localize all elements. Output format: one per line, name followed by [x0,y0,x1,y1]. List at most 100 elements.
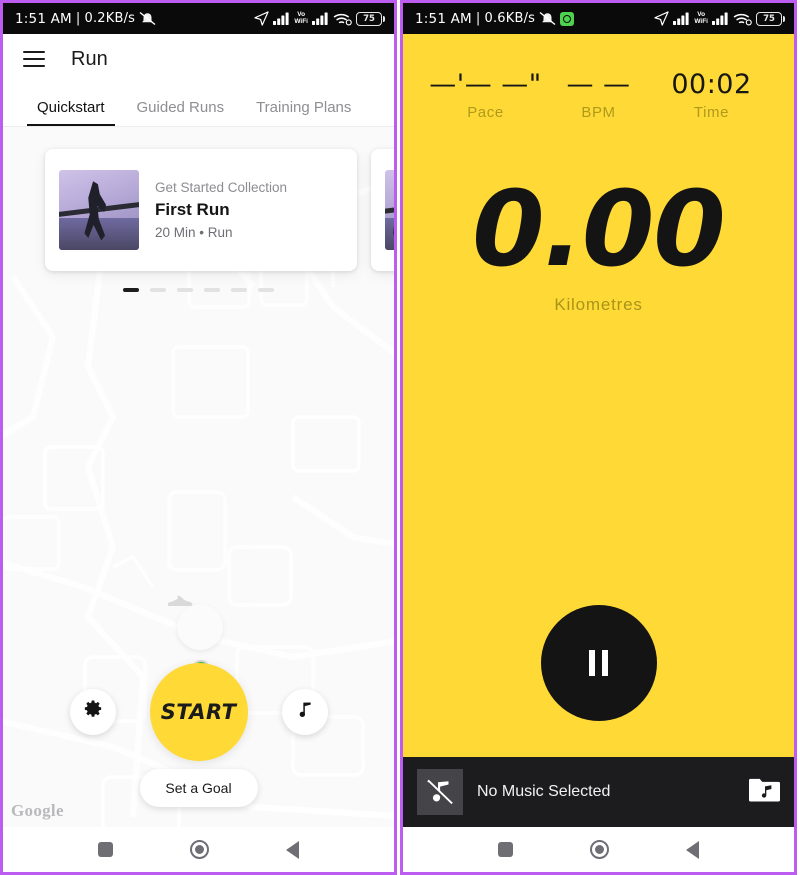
silent-icon-2 [539,11,556,26]
battery-level-text: 75 [356,11,382,26]
google-watermark: Google [11,801,64,820]
signal-bars-2-icon [312,12,329,25]
pause-icon-bar-left [589,650,595,676]
start-button-label: START [160,700,237,724]
bpm-value: — — [566,69,631,100]
battery-nub-2 [783,15,785,22]
right-status-bar: 1:51 AM | 0.6KB/s Vo WiFi 75 [403,3,794,34]
recents-square-icon[interactable] [97,842,113,857]
vowifi-bottom-text-2: WiFi [694,17,708,25]
battery-level-text-2: 75 [756,11,782,26]
status-bar-left-group-2: 1:51 AM | 0.6KB/s [415,10,575,27]
signal-bars-2-icon-2 [712,12,729,25]
left-phone-frame: 1:51 AM | 0.2KB/s Vo WiFi 75 Run Quickst… [0,0,397,875]
vowifi-icon: Vo WiFi [294,11,308,25]
status-network-speed-2: 0.6KB/s [484,11,536,26]
left-android-nav-bar [3,827,394,872]
pause-run-button[interactable] [540,605,657,721]
status-bar-right-group: Vo WiFi 75 [254,11,385,26]
distance-unit-label: Kilometres [554,294,643,314]
recents-square-icon-2[interactable] [497,842,513,857]
carousel-pagination[interactable] [3,288,394,292]
workout-thumbnail-next [385,170,394,250]
workout-card-texts: Get Started Collection First Run 20 Min … [155,180,287,240]
status-clock: 1:51 AM [15,10,72,27]
tab-quickstart[interactable]: Quickstart [21,99,121,126]
hamburger-icon[interactable] [23,51,45,67]
metric-pace: —'— —" Pace [429,70,542,121]
tab-bar: Quickstart Guided Runs Training Plans [3,84,394,127]
pause-icon-bar-right [602,650,608,676]
run-app-screen: Run Quickstart Guided Runs Training Plan… [3,34,394,827]
screenshot-root: 1:51 AM | 0.2KB/s Vo WiFi 75 Run Quickst… [0,0,800,875]
time-value: 00:02 [671,69,752,100]
wifi-icon [333,12,352,26]
battery-icon: 75 [356,11,385,26]
vowifi-icon-2: Vo WiFi [694,11,708,25]
carousel-dot-2[interactable] [150,288,166,292]
page-title: Run [71,47,108,70]
music-button[interactable] [281,689,328,735]
battery-icon-2: 75 [756,11,785,26]
signal-bars-icon-2 [673,12,690,25]
workout-thumbnail [59,170,139,250]
workout-card-next[interactable] [371,149,394,271]
tab-training-plans[interactable]: Training Plans [240,99,367,126]
music-off-icon [417,769,463,815]
right-android-nav-bar [403,827,794,872]
pace-value: —'— —" [429,69,542,100]
left-status-bar: 1:51 AM | 0.2KB/s Vo WiFi 75 [3,3,394,34]
home-circle-icon[interactable] [189,840,209,859]
distance-display: 0.00 Kilometres [403,121,794,827]
metric-time: 00:02 Time [655,70,768,121]
workout-card[interactable]: Get Started Collection First Run 20 Min … [45,149,357,271]
carousel-dot-5[interactable] [231,288,247,292]
music-note-icon [295,700,315,725]
shoe-icon [167,595,223,650]
signal-bars-icon [273,12,290,25]
status-bar-left-group: 1:51 AM | 0.2KB/s [15,11,156,27]
vowifi-bottom-text: WiFi [294,17,308,25]
status-bar-right-group-2: Vo WiFi 75 [654,11,785,26]
music-bar: No Music Selected [403,757,794,827]
status-network-speed: 0.2KB/s [84,11,136,26]
carousel-dot-6[interactable] [258,288,274,292]
status-separator: | [75,11,81,26]
battery-nub [383,15,385,22]
workout-title: First Run [155,200,230,219]
workout-collection-label: Get Started Collection [155,180,288,195]
music-status-label: No Music Selected [477,783,611,800]
wifi-icon-2 [733,12,752,26]
workout-meta: 20 Min • Run [155,225,233,240]
tab-guided-runs[interactable]: Guided Runs [121,99,241,126]
gear-icon [82,699,104,726]
time-label: Time [693,103,730,121]
run-controls: START [3,663,394,761]
set-a-goal-button[interactable]: Set a Goal [139,769,258,807]
location-arrow-icon [254,11,269,26]
back-triangle-icon[interactable] [286,840,300,859]
status-clock-2: 1:51 AM [415,10,472,27]
bpm-label: BPM [581,103,616,121]
music-folder-icon[interactable] [748,776,780,809]
silent-icon [139,11,156,26]
pace-label: Pace [467,103,504,121]
location-arrow-icon-2 [654,11,669,26]
status-separator-2: | [475,11,481,26]
metrics-row: —'— —" Pace — — BPM 00:02 Time [403,34,794,121]
active-run-screen: —'— —" Pace — — BPM 00:02 Time 0.00 Kilo… [403,34,794,827]
quickstart-content: Google Get Started Collection First Run … [3,127,394,827]
quickstart-carousel[interactable]: Get Started Collection First Run 20 Min … [3,149,394,271]
right-phone-frame: 1:51 AM | 0.6KB/s Vo WiFi 75 —'— —" Pace… [400,0,797,875]
start-run-button[interactable]: START [149,663,248,761]
metric-bpm: — — BPM [542,70,655,121]
back-triangle-icon-2[interactable] [686,840,700,859]
app-bar: Run [3,34,394,84]
home-circle-icon-2[interactable] [589,840,609,859]
distance-value: 0.00 [472,167,726,290]
green-app-chip-icon [560,11,575,26]
carousel-dot-1[interactable] [123,288,139,292]
carousel-dot-3[interactable] [177,288,193,292]
carousel-dot-4[interactable] [204,288,220,292]
settings-button[interactable] [69,689,116,735]
